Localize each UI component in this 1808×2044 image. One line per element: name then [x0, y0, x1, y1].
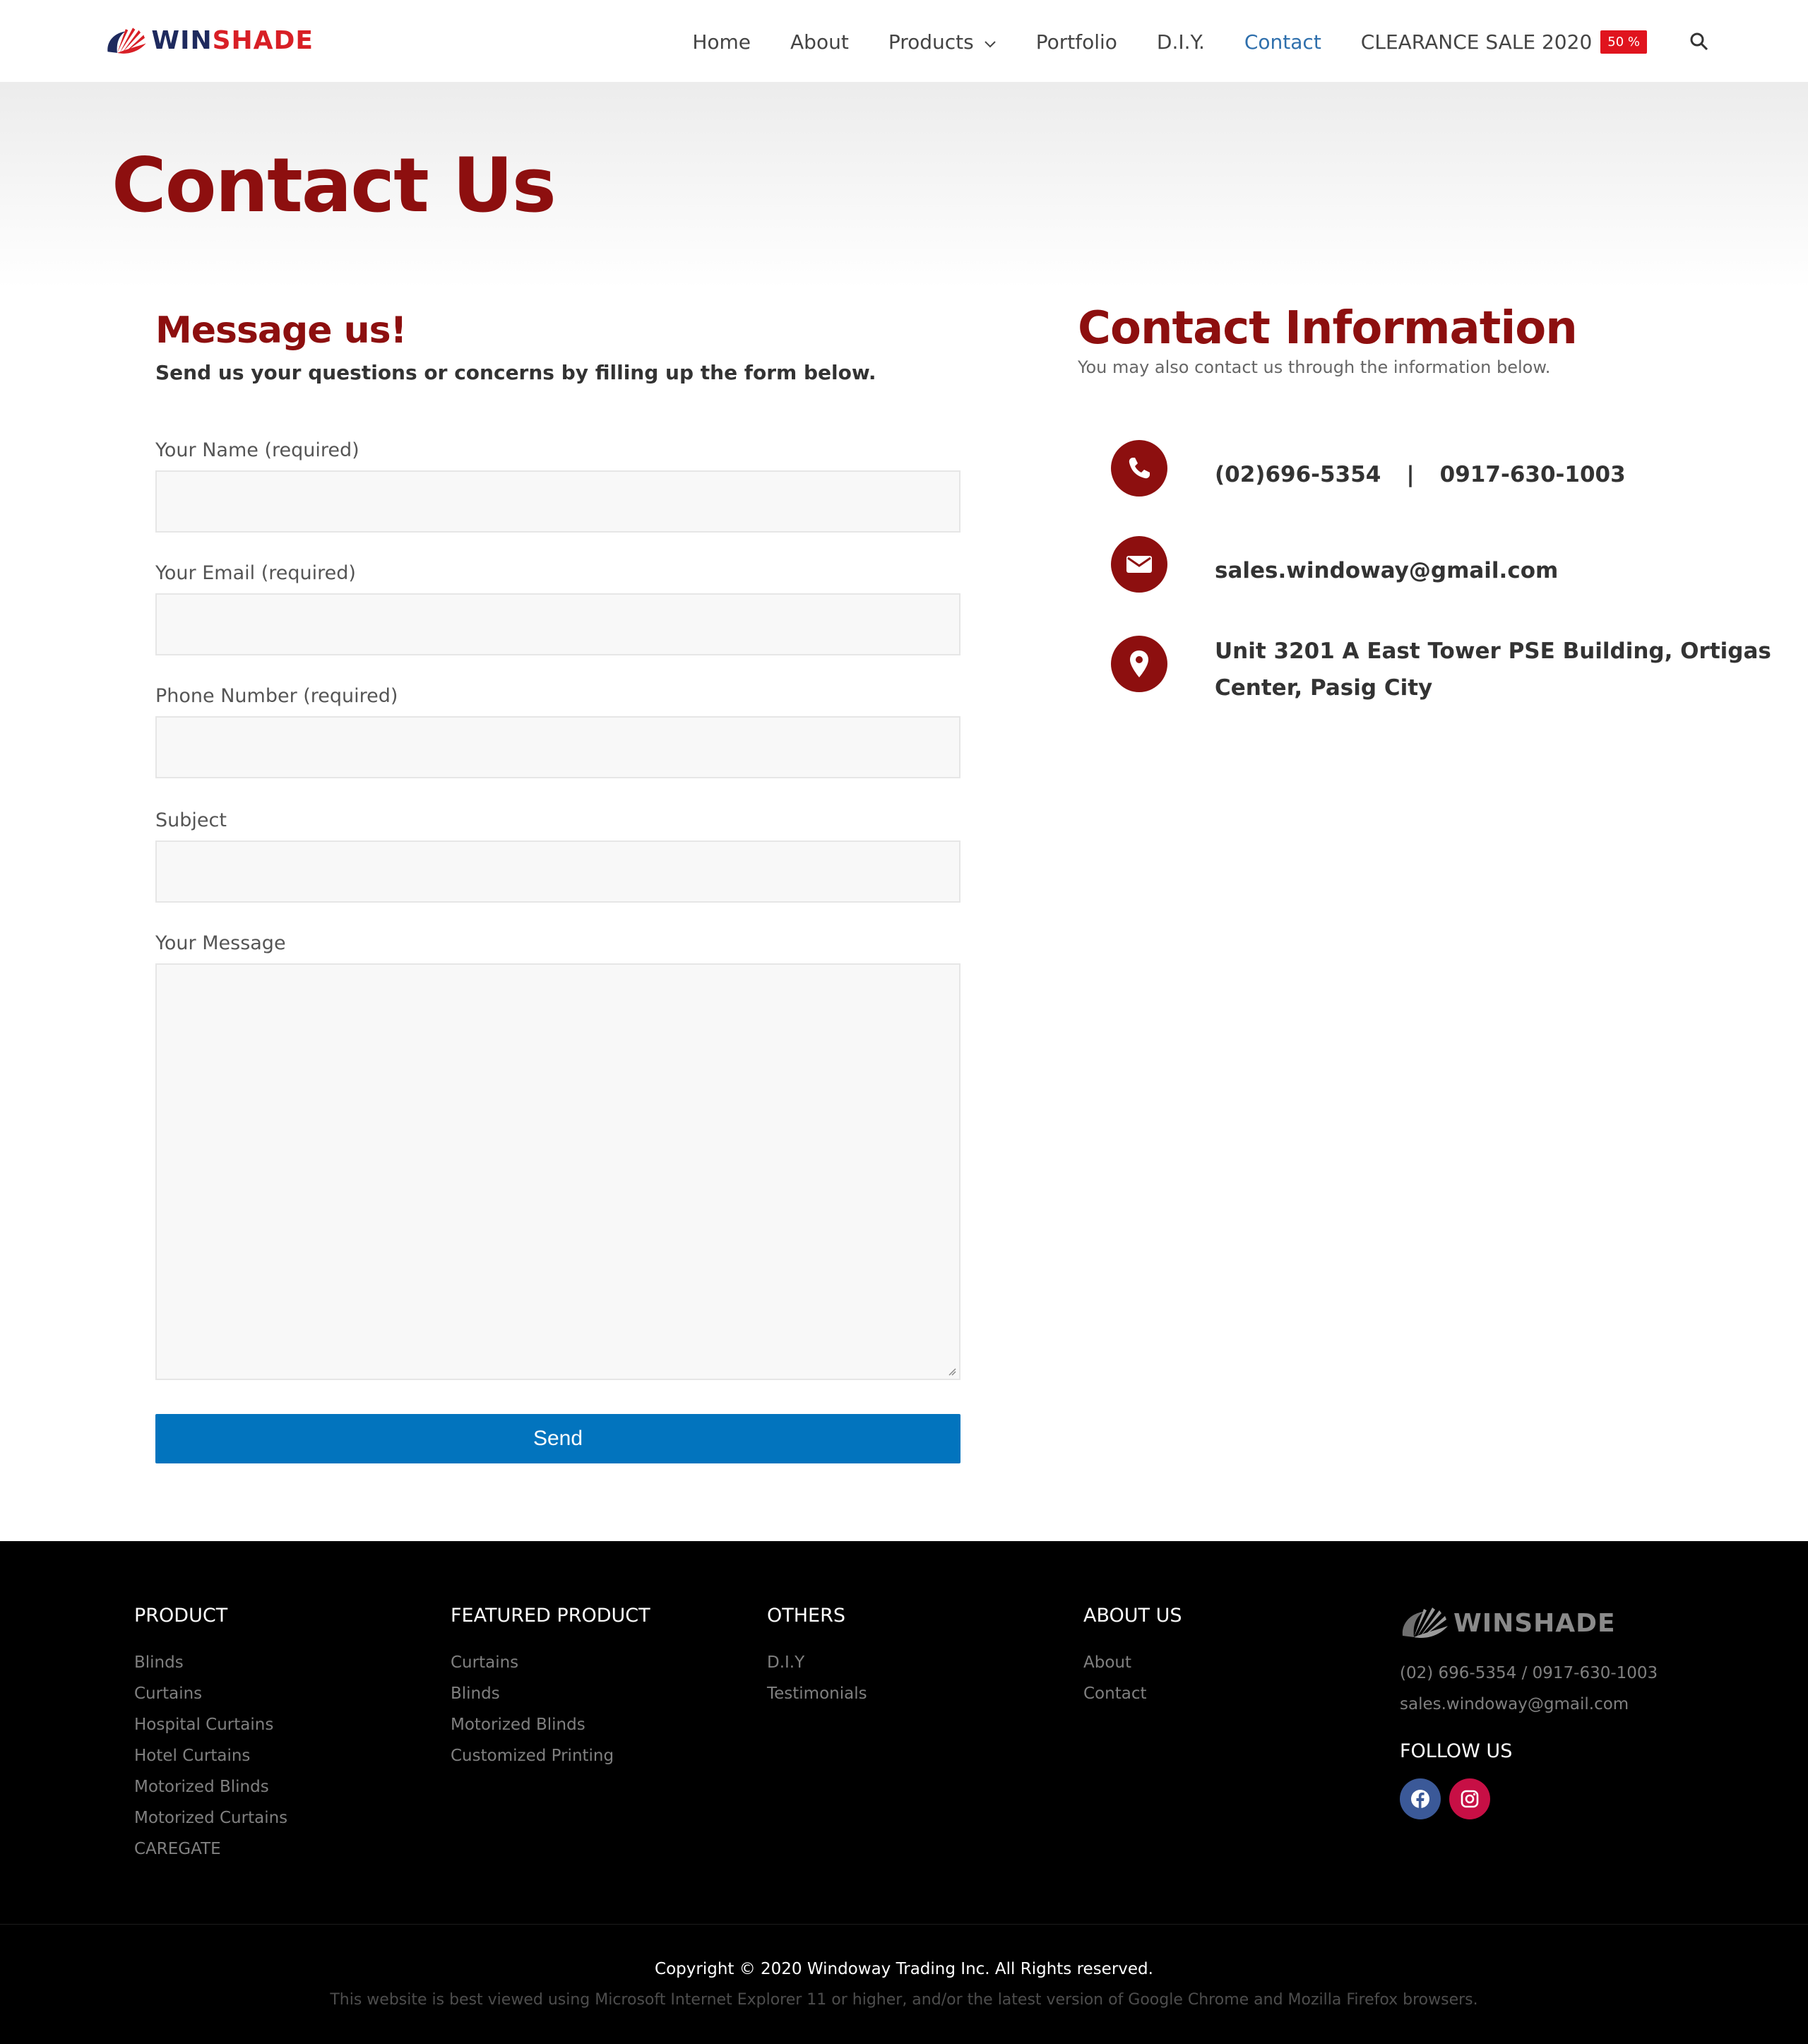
- nav-about[interactable]: About: [790, 30, 849, 54]
- footer-logo-wordmark: WINSHADE: [1453, 1608, 1616, 1638]
- footer-link[interactable]: Curtains: [451, 1647, 650, 1678]
- footer-link[interactable]: Blinds: [134, 1647, 287, 1678]
- footer-phone[interactable]: (02) 696-5354 / 0917-630-1003: [1400, 1664, 1658, 1682]
- subject-field[interactable]: [155, 840, 961, 903]
- footer-link[interactable]: Motorized Blinds: [134, 1771, 287, 1802]
- footer-link[interactable]: Hotel Curtains: [134, 1740, 287, 1771]
- footer-link[interactable]: D.I.Y: [767, 1647, 867, 1678]
- footer-divider: [0, 1924, 1808, 1925]
- email-label: Your Email (required): [155, 562, 356, 584]
- phone-field[interactable]: [155, 716, 961, 778]
- envelope-icon: [1111, 536, 1167, 593]
- nav-portfolio[interactable]: Portfolio: [1036, 30, 1117, 54]
- footer-link[interactable]: CAREGATE: [134, 1834, 287, 1865]
- footer-others-title: OTHERS: [767, 1605, 846, 1627]
- follow-us-title: FOLLOW US: [1400, 1740, 1513, 1762]
- contact-phone-2[interactable]: 0917-630-1003: [1440, 462, 1626, 487]
- contact-phones: (02)696-5354 | 0917-630-1003: [1215, 456, 1626, 493]
- footer-link[interactable]: Motorized Blinds: [451, 1709, 650, 1740]
- footer-link[interactable]: Curtains: [134, 1678, 287, 1709]
- contact-address-line2: Center, Pasig City: [1215, 675, 1433, 701]
- footer-featured-column: FEATURED PRODUCT Curtains Blinds Motoriz…: [451, 1605, 650, 1771]
- footer-link[interactable]: Blinds: [451, 1678, 650, 1709]
- site-header: WINSHADE Home About Products Portfolio D…: [0, 0, 1808, 83]
- footer-product-column: PRODUCT Blinds Curtains Hospital Curtain…: [134, 1605, 287, 1865]
- footer-link[interactable]: Motorized Curtains: [134, 1802, 287, 1834]
- chevron-down-icon[interactable]: [984, 30, 997, 54]
- footer-featured-title: FEATURED PRODUCT: [451, 1605, 650, 1627]
- subject-label: Subject: [155, 809, 227, 831]
- footer-link[interactable]: Testimonials: [767, 1678, 867, 1709]
- footer-link[interactable]: About: [1083, 1647, 1182, 1678]
- footer-email[interactable]: sales.windoway@gmail.com: [1400, 1695, 1629, 1713]
- sale-badge: 50 %: [1600, 30, 1647, 54]
- nav-products-label: Products: [888, 30, 974, 54]
- facebook-icon[interactable]: [1400, 1778, 1441, 1819]
- map-pin-icon: [1111, 636, 1167, 692]
- message-textarea[interactable]: [155, 963, 961, 1380]
- footer-link[interactable]: Customized Printing: [451, 1740, 650, 1771]
- site-footer: PRODUCT Blinds Curtains Hospital Curtain…: [0, 1541, 1808, 2044]
- phone-separator: |: [1406, 462, 1415, 487]
- site-logo[interactable]: WINSHADE: [102, 20, 314, 62]
- main-nav: Home About Products Portfolio D.I.Y. Con…: [653, 0, 1709, 83]
- instagram-icon[interactable]: [1449, 1778, 1490, 1819]
- message-form-header: Message us! Send us your questions or co…: [155, 309, 961, 385]
- message-label: Your Message: [155, 932, 286, 954]
- logo-wordmark-win: WIN: [151, 26, 213, 55]
- nav-home[interactable]: Home: [692, 30, 751, 54]
- footer-link[interactable]: Hospital Curtains: [134, 1709, 287, 1740]
- contact-address-line1: Unit 3201 A East Tower PSE Building, Ort…: [1215, 638, 1771, 664]
- nav-diy[interactable]: D.I.Y.: [1157, 30, 1205, 54]
- page-title: Contact Us: [112, 142, 557, 229]
- contact-address: Unit 3201 A East Tower PSE Building, Ort…: [1215, 633, 1771, 706]
- page-hero: Contact Us: [0, 83, 1808, 288]
- nav-clearance-label: CLEARANCE SALE 2020: [1360, 30, 1593, 54]
- browser-note: This website is best viewed using Micros…: [330, 1991, 1478, 2009]
- footer-link[interactable]: Contact: [1083, 1678, 1182, 1709]
- footer-about-title: ABOUT US: [1083, 1605, 1182, 1627]
- send-button[interactable]: Send: [155, 1414, 961, 1463]
- contact-info-heading: Contact Information: [1078, 302, 1578, 355]
- phone-icon: [1111, 440, 1167, 497]
- logo-wordmark: WINSHADE: [151, 28, 314, 54]
- footer-product-title: PRODUCT: [134, 1605, 228, 1627]
- copyright-text: Copyright © 2020 Windoway Trading Inc. A…: [655, 1960, 1153, 1978]
- logo-wordmark-shade: SHADE: [212, 26, 314, 55]
- form-subheading: Send us your questions or concerns by fi…: [155, 361, 876, 385]
- email-field[interactable]: [155, 593, 961, 655]
- footer-others-column: OTHERS D.I.Y Testimonials: [767, 1605, 867, 1709]
- contact-phone-1[interactable]: (02)696-5354: [1215, 462, 1381, 487]
- contact-info-subheading: You may also contact us through the info…: [1078, 357, 1551, 377]
- name-field[interactable]: [155, 470, 961, 533]
- name-label: Your Name (required): [155, 439, 359, 461]
- winshade-logo-gray-icon: [1402, 1608, 1448, 1639]
- search-icon[interactable]: [1689, 32, 1709, 52]
- form-heading: Message us!: [155, 309, 407, 352]
- resize-grip-icon[interactable]: [948, 1367, 956, 1376]
- nav-clearance-sale[interactable]: CLEARANCE SALE 2020 50 %: [1361, 30, 1647, 54]
- nav-products[interactable]: Products: [888, 30, 997, 54]
- contact-email[interactable]: sales.windoway@gmail.com: [1215, 552, 1558, 589]
- footer-about-column: ABOUT US About Contact: [1083, 1605, 1182, 1709]
- winshade-logo-icon: [107, 28, 146, 54]
- nav-contact[interactable]: Contact: [1244, 30, 1321, 54]
- phone-label: Phone Number (required): [155, 685, 398, 707]
- footer-logo[interactable]: WINSHADE: [1396, 1602, 1616, 1644]
